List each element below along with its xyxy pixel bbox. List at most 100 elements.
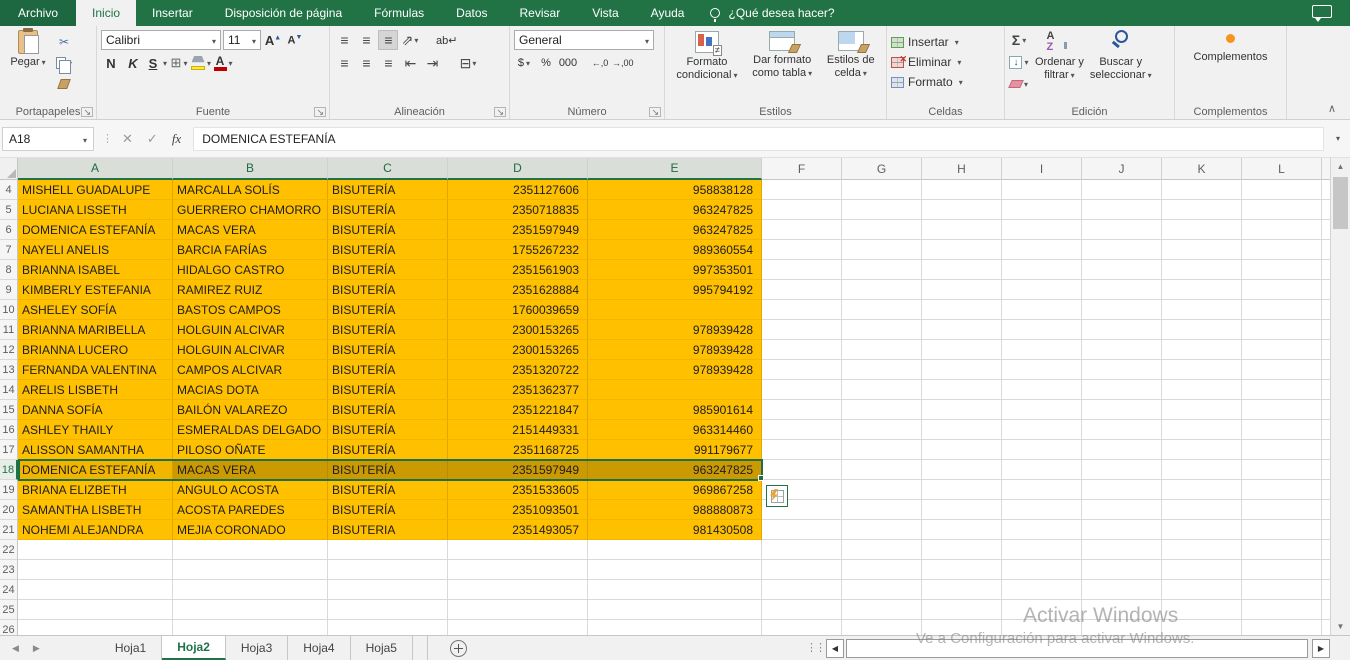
cell-C5[interactable]: BISUTERÍA bbox=[328, 200, 448, 220]
cell-D11[interactable]: 2300153265 bbox=[448, 320, 588, 340]
cell-A7[interactable]: NAYELI ANELIS bbox=[18, 240, 173, 260]
cell-D5[interactable]: 2350718835 bbox=[448, 200, 588, 220]
cell-J6[interactable] bbox=[1082, 220, 1162, 240]
cell-F7[interactable] bbox=[762, 240, 842, 260]
row-header-20[interactable]: 20 bbox=[0, 500, 18, 520]
column-header-C[interactable]: C bbox=[328, 158, 448, 180]
cell-I8[interactable] bbox=[1002, 260, 1082, 280]
accounting-format-button[interactable]: $ bbox=[514, 53, 534, 73]
font-name-select[interactable]: Calibri bbox=[101, 30, 221, 50]
cell-E8[interactable]: 997353501 bbox=[588, 260, 762, 280]
horizontal-scroll-thumb[interactable] bbox=[846, 639, 1308, 658]
cell-H8[interactable] bbox=[922, 260, 1002, 280]
cell-G15[interactable] bbox=[842, 400, 922, 420]
cell-K16[interactable] bbox=[1162, 420, 1242, 440]
cell-F5[interactable] bbox=[762, 200, 842, 220]
cell-I18[interactable] bbox=[1002, 460, 1082, 480]
cell-E19[interactable]: 969867258 bbox=[588, 480, 762, 500]
cell-I12[interactable] bbox=[1002, 340, 1082, 360]
cell-E7[interactable]: 989360554 bbox=[588, 240, 762, 260]
cell-A10[interactable]: ASHELEY SOFÍA bbox=[18, 300, 173, 320]
cell-L6[interactable] bbox=[1242, 220, 1322, 240]
paste-button[interactable]: Pegar bbox=[8, 30, 48, 101]
cell-K20[interactable] bbox=[1162, 500, 1242, 520]
cell-F16[interactable] bbox=[762, 420, 842, 440]
cell-G12[interactable] bbox=[842, 340, 922, 360]
cell-D26[interactable] bbox=[448, 620, 588, 635]
cell-E12[interactable]: 978939428 bbox=[588, 340, 762, 360]
cell-C17[interactable]: BISUTERÍA bbox=[328, 440, 448, 460]
align-bottom-button[interactable]: ≡ bbox=[378, 30, 398, 50]
cell-I15[interactable] bbox=[1002, 400, 1082, 420]
cell-C19[interactable]: BISUTERÍA bbox=[328, 480, 448, 500]
menu-tab-insertar[interactable]: Insertar bbox=[136, 0, 209, 26]
cell-F26[interactable] bbox=[762, 620, 842, 635]
cell-H23[interactable] bbox=[922, 560, 1002, 580]
cell-H13[interactable] bbox=[922, 360, 1002, 380]
cell-I16[interactable] bbox=[1002, 420, 1082, 440]
cell-I4[interactable] bbox=[1002, 180, 1082, 200]
cell-G17[interactable] bbox=[842, 440, 922, 460]
row-header-11[interactable]: 11 bbox=[0, 320, 18, 340]
row-header-15[interactable]: 15 bbox=[0, 400, 18, 420]
row-header-18[interactable]: 18 bbox=[0, 460, 18, 480]
cell-K17[interactable] bbox=[1162, 440, 1242, 460]
row-header-19[interactable]: 19 bbox=[0, 480, 18, 500]
cell-E14[interactable] bbox=[588, 380, 762, 400]
cell-L19[interactable] bbox=[1242, 480, 1322, 500]
cell-D19[interactable]: 2351533605 bbox=[448, 480, 588, 500]
wrap-text-button[interactable]: ab↵ bbox=[436, 30, 457, 50]
cell-L16[interactable] bbox=[1242, 420, 1322, 440]
cell-L17[interactable] bbox=[1242, 440, 1322, 460]
cell-H18[interactable] bbox=[922, 460, 1002, 480]
menu-tab-vista[interactable]: Vista bbox=[576, 0, 634, 26]
cell-J19[interactable] bbox=[1082, 480, 1162, 500]
row-header-25[interactable]: 25 bbox=[0, 600, 18, 620]
cell-D24[interactable] bbox=[448, 580, 588, 600]
cell-E13[interactable]: 978939428 bbox=[588, 360, 762, 380]
quick-analysis-button[interactable] bbox=[766, 485, 788, 507]
formula-bar-splitter[interactable]: ⋮ bbox=[102, 132, 114, 145]
cell-C21[interactable]: BISUTERIA bbox=[328, 520, 448, 540]
align-top-button[interactable]: ≡ bbox=[334, 30, 354, 50]
cell-K9[interactable] bbox=[1162, 280, 1242, 300]
cell-B8[interactable]: HIDALGO CASTRO bbox=[173, 260, 328, 280]
cell-C22[interactable] bbox=[328, 540, 448, 560]
number-dialog-launcher-icon[interactable]: ↘ bbox=[649, 107, 661, 117]
cell-F15[interactable] bbox=[762, 400, 842, 420]
cell-L26[interactable] bbox=[1242, 620, 1322, 635]
cell-B11[interactable]: HOLGUIN ALCIVAR bbox=[173, 320, 328, 340]
cell-A18[interactable]: DOMENICA ESTEFANÍA bbox=[18, 460, 173, 480]
cell-I13[interactable] bbox=[1002, 360, 1082, 380]
font-name-dropdown-icon[interactable] bbox=[210, 33, 216, 47]
cell-B18[interactable]: MACAS VERA bbox=[173, 460, 328, 480]
cell-J16[interactable] bbox=[1082, 420, 1162, 440]
cell-J22[interactable] bbox=[1082, 540, 1162, 560]
underline-button[interactable]: S bbox=[145, 53, 167, 73]
grow-font-button[interactable]: A▲ bbox=[263, 30, 283, 50]
format-painter-button[interactable] bbox=[54, 74, 74, 94]
addins-button[interactable]: Complementos bbox=[1194, 51, 1268, 63]
feedback-comment-icon[interactable] bbox=[1312, 5, 1332, 18]
cell-G16[interactable] bbox=[842, 420, 922, 440]
cell-L13[interactable] bbox=[1242, 360, 1322, 380]
cell-B19[interactable]: ANGULO ACOSTA bbox=[173, 480, 328, 500]
cell-B24[interactable] bbox=[173, 580, 328, 600]
italic-button[interactable]: K bbox=[123, 53, 143, 73]
cell-L20[interactable] bbox=[1242, 500, 1322, 520]
cancel-entry-icon[interactable]: ✕ bbox=[122, 131, 133, 147]
cell-A24[interactable] bbox=[18, 580, 173, 600]
format-as-table-button[interactable]: Dar formato como tabla bbox=[752, 31, 812, 101]
cell-D13[interactable]: 2351320722 bbox=[448, 360, 588, 380]
borders-button[interactable]: ⊞ bbox=[169, 53, 189, 73]
cell-H15[interactable] bbox=[922, 400, 1002, 420]
cell-L7[interactable] bbox=[1242, 240, 1322, 260]
cell-G5[interactable] bbox=[842, 200, 922, 220]
cell-K6[interactable] bbox=[1162, 220, 1242, 240]
cell-E5[interactable]: 963247825 bbox=[588, 200, 762, 220]
cell-G24[interactable] bbox=[842, 580, 922, 600]
cell-L14[interactable] bbox=[1242, 380, 1322, 400]
cell-A16[interactable]: ASHLEY THAILY bbox=[18, 420, 173, 440]
sheet-tab-hoja4[interactable]: Hoja4 bbox=[288, 636, 350, 660]
cell-H12[interactable] bbox=[922, 340, 1002, 360]
